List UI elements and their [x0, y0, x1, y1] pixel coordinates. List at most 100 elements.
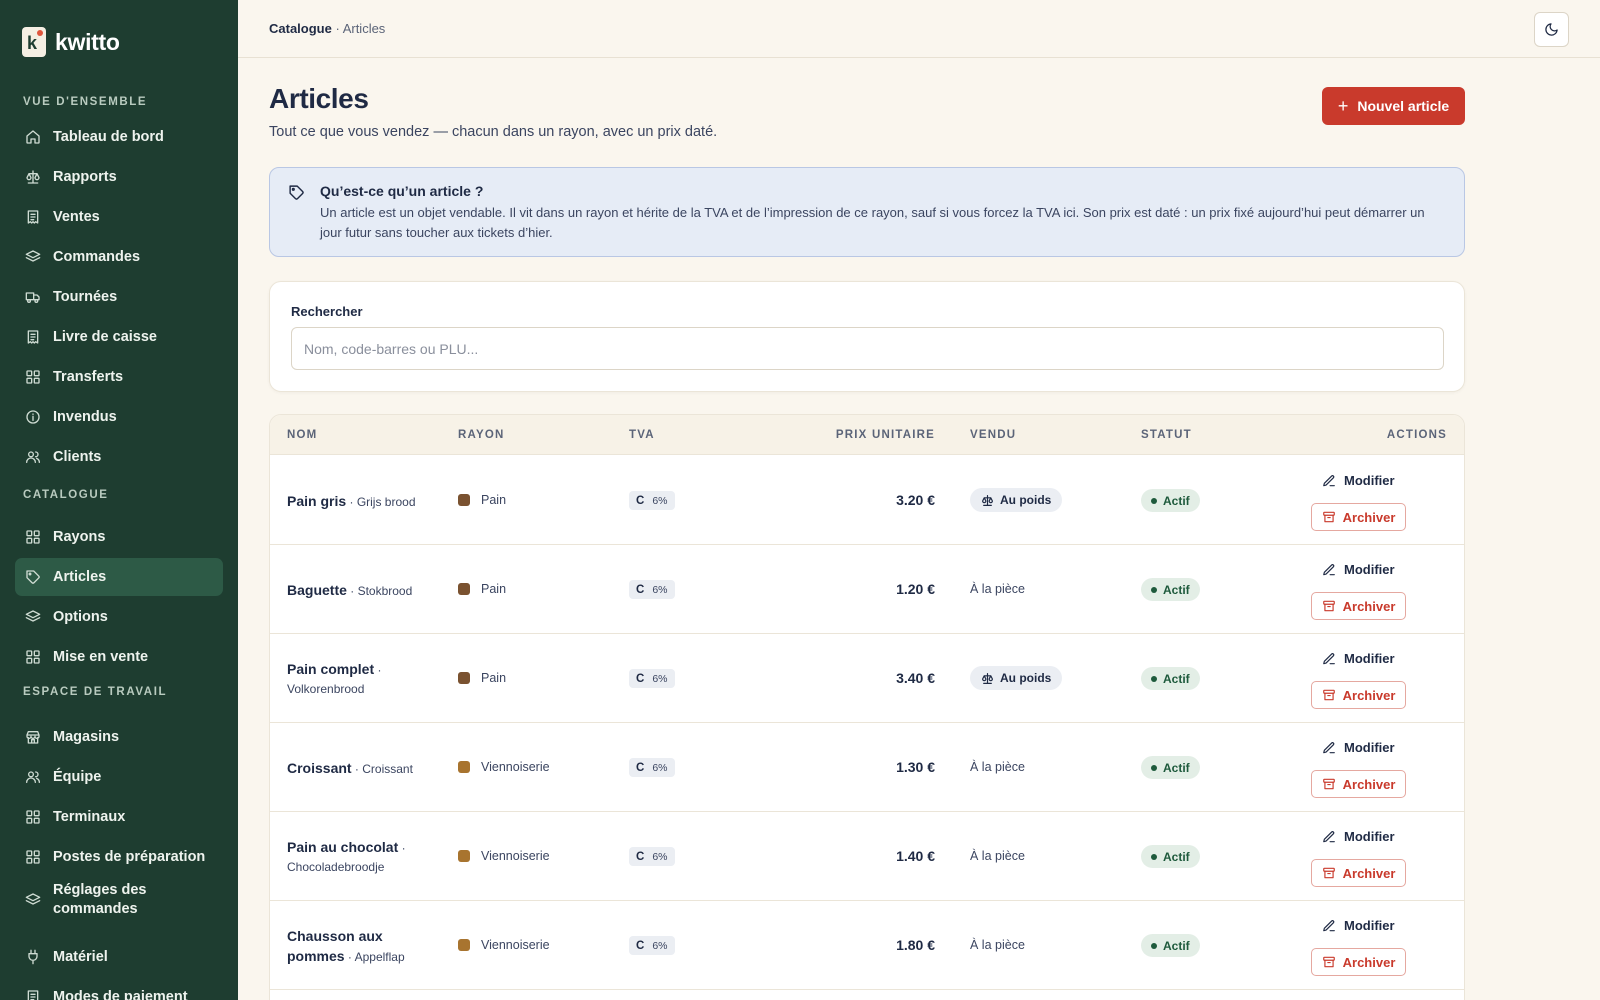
sidebar-item-label: Postes de préparation	[53, 848, 206, 865]
column-header-name[interactable]: NOM	[287, 429, 317, 441]
archive-button[interactable]: Archiver	[1311, 681, 1406, 709]
archive-button[interactable]: Archiver	[1311, 770, 1406, 798]
rayon-name: Pain	[481, 582, 507, 596]
table-row: Baguette · Stokbrood Pain C 6% 1.20 € À la pi…	[270, 545, 1464, 634]
scale-icon	[25, 169, 41, 185]
sidebar-item-label: Magasins	[53, 728, 120, 745]
archive-button[interactable]: Archiver	[1311, 859, 1406, 887]
sidebar-item-reglages-des-commandes[interactable]: Réglages des commandes	[15, 878, 223, 922]
rayon-cell: Viennoiserie	[458, 760, 550, 774]
sold-by-piece: À la pièce	[970, 938, 1025, 952]
edit-button[interactable]: Modifier	[1322, 740, 1395, 755]
sidebar-item-livre-de-caisse[interactable]: Livre de caisse	[15, 318, 223, 356]
truck-icon	[25, 289, 41, 305]
breadcrumb-parent[interactable]: Catalogue	[269, 21, 332, 36]
pencil-icon	[1323, 830, 1335, 842]
layers-icon	[25, 249, 41, 265]
new-article-button[interactable]: + Nouvel article	[1322, 87, 1465, 125]
logo-letter: k	[27, 33, 38, 53]
sidebar-item-ventes[interactable]: Ventes	[15, 198, 223, 236]
unit-price: 1.30 €	[896, 759, 935, 775]
column-header-tva[interactable]: TVA	[629, 429, 655, 441]
receipt-icon	[25, 209, 41, 225]
tva-code: C	[636, 761, 645, 774]
edit-button[interactable]: Modifier	[1322, 473, 1395, 488]
theme-toggle-button[interactable]	[1534, 12, 1569, 47]
article-name-cell[interactable]: Pain au chocolat · Chocoladebroodje	[287, 838, 417, 877]
status-badge: Actif	[1141, 578, 1200, 601]
sidebar-item-articles[interactable]: Articles	[15, 558, 223, 596]
status-dot	[1151, 942, 1157, 949]
sidebar-item-label: Options	[53, 608, 108, 625]
article-alt-name: Chocoladebroodje	[287, 860, 385, 874]
sidebar-item-magasins[interactable]: Magasins	[15, 718, 223, 756]
article-alt-name: Stokbrood	[357, 584, 413, 598]
edit-button[interactable]: Modifier	[1322, 918, 1395, 933]
article-name-cell[interactable]: Pain complet · Volkorenbrood	[287, 660, 417, 699]
grid-icon	[25, 849, 41, 865]
rayon-cell: Pain	[458, 582, 506, 596]
brand[interactable]: k kwitto	[22, 22, 120, 62]
article-name-cell[interactable]: Pain gris · Grijs brood	[287, 492, 417, 512]
sidebar-item-commandes[interactable]: Commandes	[15, 238, 223, 276]
sidebar-item-tournees[interactable]: Tournées	[15, 278, 223, 316]
column-header-status[interactable]: STATUT	[1141, 429, 1192, 441]
article-name-cell[interactable]: Chausson aux pommes · Appelflap	[287, 927, 417, 967]
archive-button[interactable]: Archiver	[1311, 503, 1406, 531]
sidebar-item-tableau-de-bord[interactable]: Tableau de bord	[15, 118, 223, 156]
archive-label: Archiver	[1342, 954, 1396, 970]
article-alt-name: Appelflap	[354, 950, 405, 964]
column-header-sold[interactable]: VENDU	[970, 429, 1016, 441]
tva-rate: 6%	[652, 761, 668, 774]
breadcrumb-separator: ·	[331, 21, 343, 36]
edit-button[interactable]: Modifier	[1322, 829, 1395, 844]
column-header-rayon[interactable]: RAYON	[458, 429, 504, 441]
tag-icon	[25, 569, 41, 585]
rayon-color-swatch	[458, 583, 470, 595]
sidebar-item-postes-de-preparation[interactable]: Postes de préparation	[15, 838, 223, 876]
rayon-cell: Pain	[458, 671, 506, 685]
search-input[interactable]	[291, 327, 1444, 370]
archive-button[interactable]: Archiver	[1311, 592, 1406, 620]
article-name-cell[interactable]: Croissant · Croissant	[287, 759, 417, 779]
column-header-price[interactable]: PRIX UNITAIRE	[836, 429, 935, 441]
tva-badge: C 6%	[629, 491, 675, 510]
unit-price: 3.20 €	[896, 492, 935, 508]
rayon-name: Pain	[481, 493, 507, 507]
sidebar-item-terminaux[interactable]: Terminaux	[15, 798, 223, 836]
status-label: Actif	[1163, 760, 1190, 775]
edit-button[interactable]: Modifier	[1322, 562, 1395, 577]
grid-icon	[25, 649, 41, 665]
rayon-cell: Pain	[458, 493, 506, 507]
sidebar-item-modes-de-paiement[interactable]: Modes de paiement	[15, 978, 223, 1000]
breadcrumb-current: Articles	[342, 21, 386, 36]
sidebar-item-transferts[interactable]: Transferts	[15, 358, 223, 396]
sidebar-item-rayons[interactable]: Rayons	[15, 518, 223, 556]
sidebar-item-materiel[interactable]: Matériel	[15, 938, 223, 976]
article-name: Pain gris	[287, 493, 347, 509]
archive-label: Archiver	[1342, 598, 1396, 614]
sidebar-item-invendus[interactable]: Invendus	[15, 398, 223, 436]
archive-icon	[1322, 867, 1335, 879]
scale-icon	[982, 494, 993, 506]
sidebar-item-rapports[interactable]: Rapports	[15, 158, 223, 196]
archive-button[interactable]: Archiver	[1311, 948, 1406, 976]
name-separator: ·	[351, 762, 363, 776]
sidebar-item-options[interactable]: Options	[15, 598, 223, 636]
article-alt-name: Croissant	[362, 762, 413, 776]
rayon-name: Viennoiserie	[481, 938, 550, 952]
kwitto-logo: k	[22, 27, 46, 57]
edit-label: Modifier	[1344, 918, 1395, 933]
sidebar-item-clients[interactable]: Clients	[15, 438, 223, 476]
edit-label: Modifier	[1344, 562, 1395, 577]
table-row: Pain gris · Grijs brood Pain C 6% 3.20 € Au p…	[270, 456, 1464, 545]
status-dot	[1151, 764, 1157, 771]
sidebar-item-mise-en-vente[interactable]: Mise en vente	[15, 638, 223, 676]
article-name-cell[interactable]: Baguette · Stokbrood	[287, 581, 417, 601]
rayon-color-swatch	[458, 761, 470, 773]
table-row: Croissant · Croissant Viennoiserie C 6% 1.30…	[270, 723, 1464, 812]
sidebar-item-equipe[interactable]: Équipe	[15, 758, 223, 796]
archive-icon	[1322, 600, 1335, 612]
edit-button[interactable]: Modifier	[1322, 651, 1395, 666]
page-title: Articles	[269, 83, 369, 114]
